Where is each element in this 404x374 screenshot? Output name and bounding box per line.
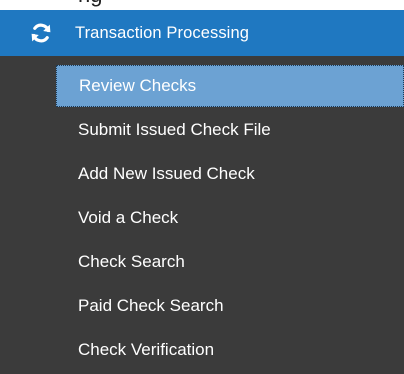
menu-item-label: Void a Check [78,208,179,227]
side-menu: Transaction Processing Review Checks Sub… [0,10,404,374]
menu-item-label: Submit Issued Check File [78,120,271,139]
menu-item-review-checks[interactable]: Review Checks [56,65,404,107]
menu-frame: ng Transaction Processing Review Checks … [0,0,404,374]
menu-item-label: Check Search [78,252,185,271]
menu-item-label: Check Verification [78,340,215,359]
menu-item-paid-check-search[interactable]: Paid Check Search [56,285,404,327]
top-strip: ng [0,0,404,10]
menu-item-void-a-check[interactable]: Void a Check [56,197,404,239]
menu-header-label: Transaction Processing [75,23,249,42]
cropped-heading: ng [78,0,102,8]
menu-header-transaction-processing[interactable]: Transaction Processing [0,10,404,56]
menu-item-add-new-issued-check[interactable]: Add New Issued Check [56,153,404,195]
menu-item-submit-issued-check-file[interactable]: Submit Issued Check File [56,109,404,151]
menu-item-label: Paid Check Search [78,296,224,315]
refresh-icon [27,19,55,47]
menu-item-label: Review Checks [79,76,197,95]
menu-item-check-search[interactable]: Check Search [56,241,404,283]
menu-item-label: Add New Issued Check [78,164,255,183]
menu-item-check-verification[interactable]: Check Verification [56,329,404,371]
menu-gutter [0,56,56,374]
